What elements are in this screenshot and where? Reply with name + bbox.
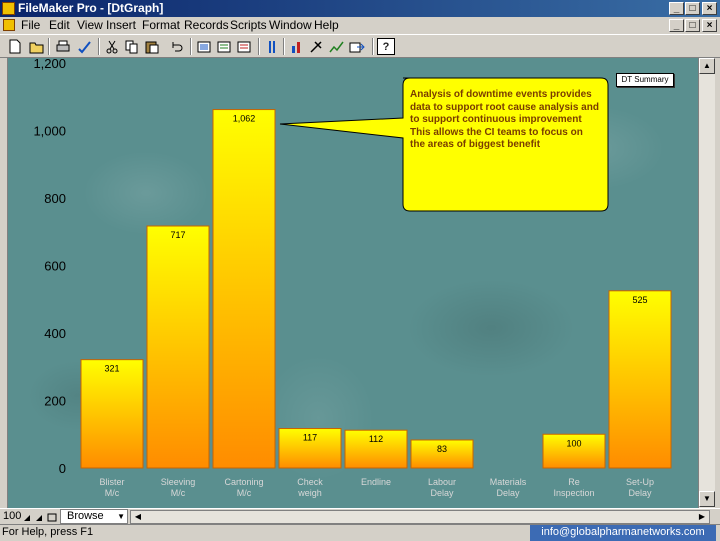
- minimize-button[interactable]: _: [669, 2, 684, 15]
- menu-file[interactable]: File: [21, 18, 40, 33]
- scroll-right-arrow-icon[interactable]: ▶: [696, 511, 708, 523]
- cut-icon[interactable]: [103, 38, 121, 55]
- menu-help[interactable]: Help: [314, 18, 339, 33]
- sort-icon[interactable]: [195, 38, 213, 55]
- export-icon[interactable]: [348, 38, 366, 55]
- open-icon[interactable]: [28, 38, 46, 55]
- script-icon[interactable]: [263, 38, 281, 55]
- menu-format[interactable]: Format: [142, 18, 180, 33]
- help-hint: For Help, press F1: [2, 526, 94, 538]
- bar-value-label: 100: [566, 438, 581, 448]
- x-category-label: Blister: [99, 477, 124, 487]
- menu-scripts[interactable]: Scripts: [230, 18, 267, 33]
- y-tick-label: 600: [44, 259, 66, 274]
- chart-icon[interactable]: [328, 38, 346, 55]
- vertical-scrollbar[interactable]: ▲ ▼: [698, 58, 715, 508]
- y-tick-label: 800: [44, 191, 66, 206]
- bar-value-label: 1,062: [233, 114, 256, 124]
- menu-records[interactable]: Records: [184, 18, 229, 33]
- graph-layout-area: 0 200 400 600 800 1,000 1,200 321 717 1,062 117 11…: [8, 58, 698, 508]
- x-category-label: weigh: [297, 488, 322, 498]
- scroll-down-arrow-icon[interactable]: ▼: [699, 491, 715, 507]
- doc-close-button[interactable]: ×: [702, 19, 717, 32]
- zoom-controls-icon[interactable]: [22, 512, 58, 522]
- close-button[interactable]: ×: [702, 2, 717, 15]
- x-category-label: Labour: [428, 477, 456, 487]
- x-category-label: Endline: [361, 477, 391, 487]
- scroll-left-arrow-icon[interactable]: ◀: [132, 511, 144, 523]
- x-category-label: M/c: [105, 488, 120, 498]
- omit-icon[interactable]: [235, 38, 253, 55]
- callout-text: Analysis of downtime events provides dat…: [410, 89, 599, 150]
- title-bar: FileMaker Pro - [DtGraph] _ □ ×: [0, 0, 720, 17]
- chevron-down-icon: ▼: [117, 512, 125, 521]
- spelling-icon[interactable]: [76, 38, 94, 55]
- x-category-label: M/c: [237, 488, 252, 498]
- mode-label: Browse: [67, 510, 104, 522]
- x-category-label: Materials: [490, 477, 527, 487]
- menu-window[interactable]: Window: [269, 18, 312, 33]
- chart-bar[interactable]: [212, 109, 276, 469]
- graph-icon[interactable]: [288, 38, 306, 55]
- new-icon[interactable]: [6, 38, 24, 55]
- find-icon[interactable]: [215, 38, 233, 55]
- bar-value-label: 83: [437, 444, 447, 454]
- x-category-label: Cartoning: [224, 477, 263, 487]
- x-category-label: Delay: [628, 488, 652, 498]
- bar-value-label: 117: [303, 433, 317, 443]
- x-category-label: M/c: [171, 488, 186, 498]
- y-tick-label: 1,200: [33, 58, 66, 71]
- toolbar: ?: [0, 34, 720, 58]
- x-category-label: Re: [568, 477, 580, 487]
- x-category-label: Delay: [430, 488, 454, 498]
- document-icon[interactable]: [3, 19, 15, 31]
- x-category-label: Check: [297, 477, 323, 487]
- y-tick-label: 400: [44, 326, 66, 341]
- doc-minimize-button[interactable]: _: [669, 19, 684, 32]
- y-axis: 0 200 400 600 800 1,000 1,200: [33, 58, 66, 476]
- tools-icon[interactable]: [308, 38, 326, 55]
- bar-value-label: 321: [104, 364, 119, 374]
- doc-restore-button[interactable]: □: [685, 19, 700, 32]
- menu-edit[interactable]: Edit: [49, 18, 70, 33]
- x-category-label: Sleeving: [161, 477, 196, 487]
- x-category-label: Delay: [496, 488, 520, 498]
- menu-insert[interactable]: Insert: [106, 18, 136, 33]
- filemaker-app-icon: [2, 2, 15, 15]
- status-bar: 100 Browse ▼ ◀ ▶: [0, 508, 720, 524]
- menu-bar: File Edit View Insert Format Records Scr…: [0, 17, 720, 34]
- chart-bar[interactable]: [80, 359, 144, 469]
- window-title: FileMaker Pro - [DtGraph]: [18, 1, 164, 15]
- copy-icon[interactable]: [123, 38, 141, 55]
- print-icon[interactable]: [54, 38, 72, 55]
- email-banner[interactable]: info@globalpharmanetworks.com: [530, 525, 716, 541]
- y-tick-label: 1,000: [33, 124, 66, 139]
- maximize-button[interactable]: □: [685, 2, 700, 15]
- help-icon[interactable]: ?: [377, 38, 395, 55]
- left-status-strip: [0, 58, 8, 508]
- paste-icon[interactable]: [143, 38, 161, 55]
- chart-bar[interactable]: [146, 225, 210, 469]
- menu-view[interactable]: View: [77, 18, 103, 33]
- scroll-up-arrow-icon[interactable]: ▲: [699, 58, 715, 74]
- bar-value-label: 525: [632, 295, 647, 305]
- y-tick-label: 200: [44, 394, 66, 409]
- horizontal-scrollbar[interactable]: ◀ ▶: [130, 510, 710, 524]
- bar-value-label: 112: [369, 434, 383, 444]
- dt-summary-button[interactable]: DT Summary: [616, 73, 674, 87]
- y-tick-label: 0: [59, 461, 66, 476]
- x-category-label: Inspection: [553, 488, 594, 498]
- bar-value-label: 717: [170, 230, 185, 240]
- zoom-level[interactable]: 100: [3, 510, 21, 522]
- x-axis-categories: BlisterM/cSleevingM/cCartoningM/cCheckwe…: [99, 477, 654, 498]
- x-category-label: Set-Up: [626, 477, 654, 487]
- undo-icon[interactable]: [168, 38, 186, 55]
- chart-bar[interactable]: [608, 290, 672, 469]
- help-status-bar: For Help, press F1 info@globalpharmanetw…: [0, 524, 720, 541]
- mode-selector[interactable]: Browse ▼: [60, 509, 128, 524]
